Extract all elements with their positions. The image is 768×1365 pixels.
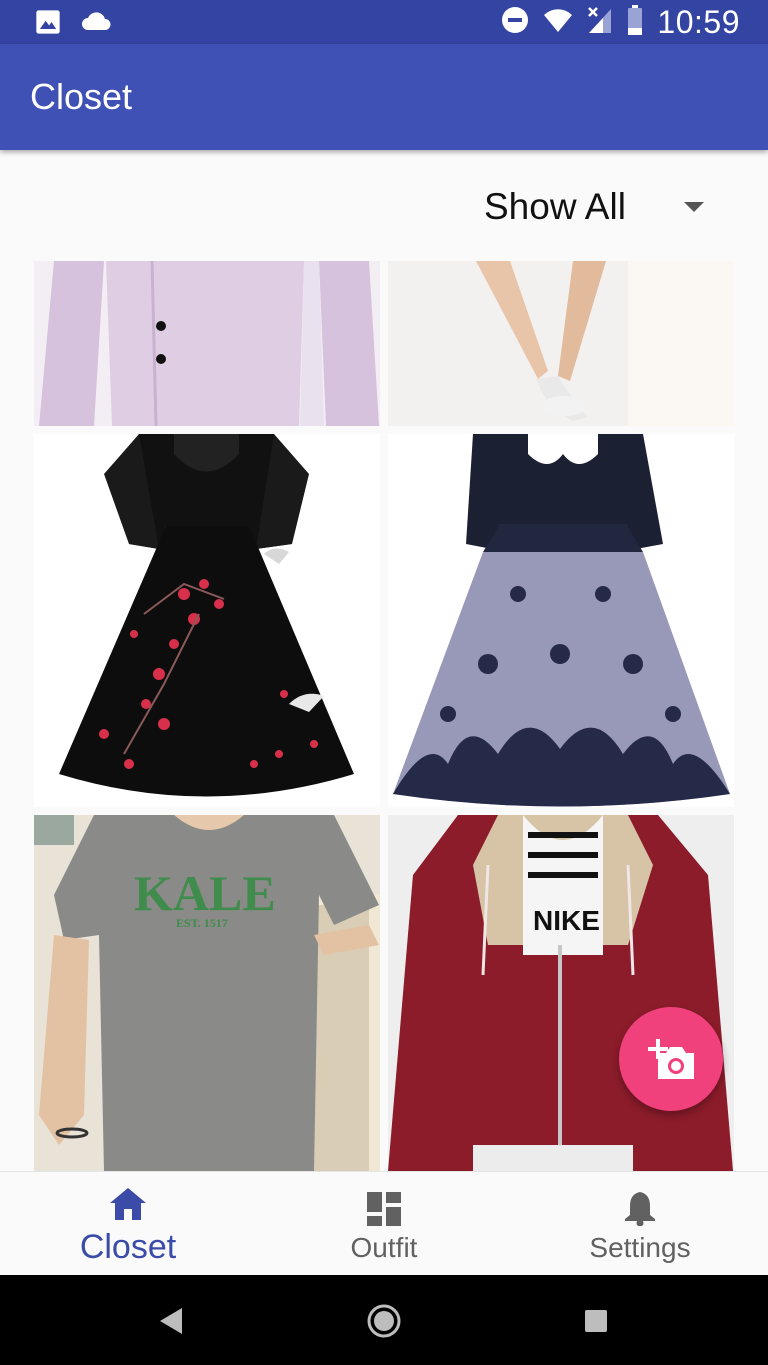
nav-label-settings: Settings (589, 1232, 691, 1263)
nav-item-closet[interactable]: Closet (0, 1172, 256, 1276)
add-photo-icon (648, 1039, 696, 1084)
closet-item-skirt-legs-sneakers[interactable] (388, 261, 734, 426)
hoodie-print-text: NIKE (533, 905, 600, 936)
home-circle-icon[interactable] (366, 1303, 402, 1344)
nav-item-outfit[interactable]: Outfit (256, 1172, 512, 1276)
nav-item-settings[interactable]: Settings (512, 1172, 768, 1276)
dropdown-arrow-icon (684, 202, 704, 212)
home-icon (110, 1188, 146, 1225)
bell-icon (624, 1190, 656, 1231)
filter-selected-value: Show All (484, 186, 626, 227)
tshirt-print-text: KALE (134, 865, 276, 921)
closet-item-black-floral-dress[interactable] (34, 434, 380, 807)
closet-grid: KALE EST. 1517 NIKE (0, 0, 768, 1171)
dashboard-icon (367, 1192, 401, 1231)
system-navigation-bar (0, 1275, 768, 1365)
page-title: Closet (30, 76, 133, 117)
closet-item-navy-lace-dress[interactable] (388, 434, 734, 807)
tshirt-print-subtext: EST. 1517 (176, 916, 228, 930)
back-icon[interactable] (160, 1308, 182, 1339)
add-photo-button[interactable] (619, 1007, 723, 1111)
closet-item-pink-dress-shirt[interactable] (34, 261, 380, 426)
closet-item-red-hoodie[interactable]: NIKE (388, 815, 734, 1171)
app-bar: Closet (0, 44, 768, 150)
bottom-navigation: Closet Outfit Settings (0, 1171, 768, 1276)
closet-item-gray-yale-tshirt[interactable]: KALE EST. 1517 (34, 815, 380, 1171)
recents-icon[interactable] (585, 1310, 607, 1337)
nav-label-outfit: Outfit (350, 1232, 418, 1263)
filter-dropdown[interactable]: Show All (484, 186, 724, 230)
nav-label-closet: Closet (79, 1228, 177, 1266)
